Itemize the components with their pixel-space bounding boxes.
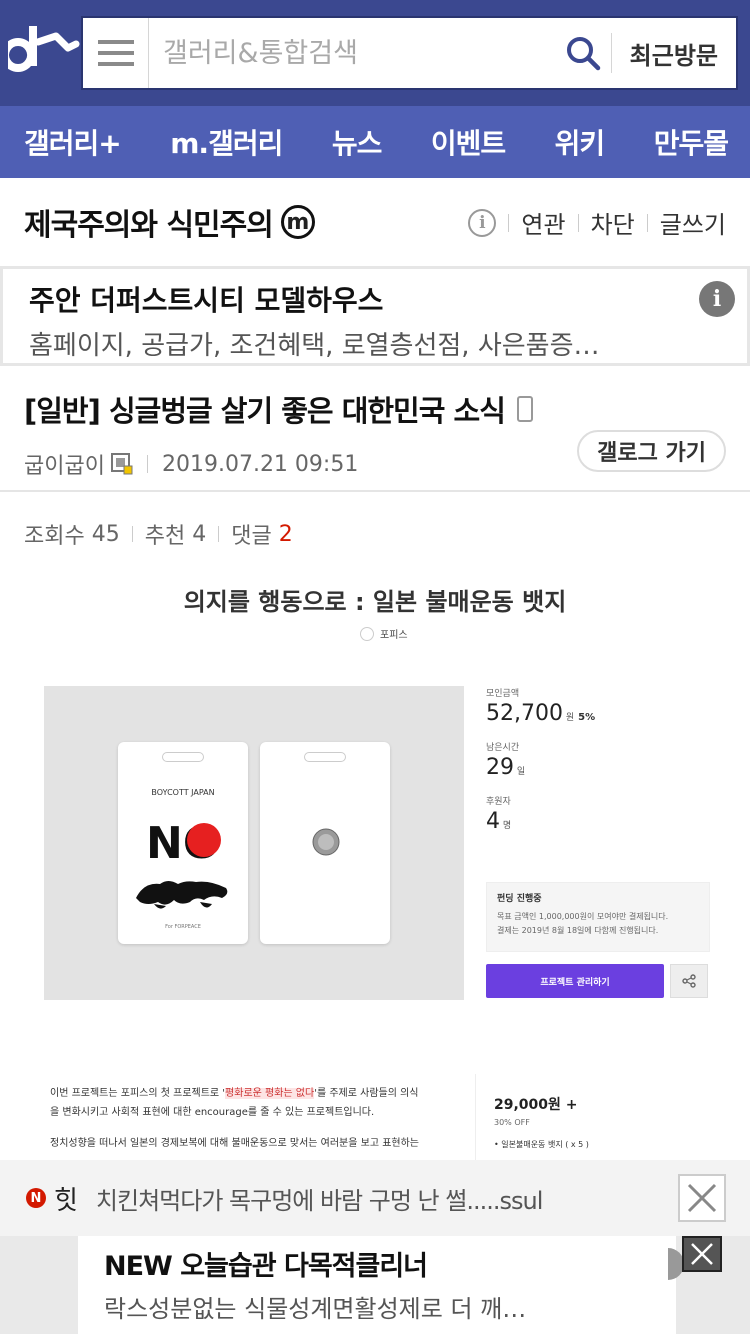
badge-card-front: BOYCOTT JAPAN NO For FORPEACE	[118, 742, 248, 944]
bottom-ad-close-button[interactable]	[682, 1236, 722, 1272]
embedded-body-text: 이번 프로젝트는 포피스의 첫 프로젝트로 '평화로운 평화는 없다'를 주제로…	[24, 1074, 476, 1160]
no-logo-icon: NO	[146, 818, 221, 864]
post-header: [일반] 싱글벙글 살기 좋은 대한민국 소식 굽이굽이 2019.07.21 …	[0, 366, 750, 492]
ad-banner[interactable]: 주안 더퍼스트시티 모델하우스 홈페이지, 공급가, 조건혜택, 로열층선점, …	[0, 266, 750, 366]
author-name[interactable]: 굽이굽이	[24, 448, 105, 480]
raised-amount: 52,700 원 5%	[486, 701, 596, 726]
ad-info-icon[interactable]: i	[699, 281, 735, 317]
divider	[577, 213, 579, 232]
close-icon	[691, 1243, 713, 1265]
nav-mandumall[interactable]: 만두몰	[654, 122, 729, 162]
funding-stats: 모인금액 52,700 원 5% 남은시간 29 일 후원자 4 명	[486, 686, 712, 834]
close-icon	[687, 1183, 717, 1213]
gallery-header: 제국주의와 식민주의 m i 연관 차단 글쓰기	[0, 178, 750, 266]
comments-label[interactable]: 댓글	[231, 518, 271, 550]
reward-discount: 30% OFF	[494, 1118, 530, 1127]
nav-gallery-plus[interactable]: 갤러리+	[24, 122, 122, 162]
block-link[interactable]: 차단	[591, 205, 635, 240]
divider	[646, 213, 648, 232]
search-button[interactable]	[555, 18, 611, 88]
search-bar: 최근방문	[81, 16, 738, 90]
search-icon	[566, 37, 600, 71]
post-title: [일반] 싱글벙글 살기 좋은 대한민국 소식	[24, 388, 726, 430]
body-line-3: 정치성향을 떠나서 일본의 경제보복에 대해 불매운동으로 맞서는 여러분을 보…	[50, 1138, 420, 1149]
hit-post-title[interactable]: 치킨쳐먹다가 목구멍에 바람 구멍 난 썰.....ssul	[96, 1181, 543, 1216]
mobile-icon	[516, 396, 533, 422]
ad-description: 홈페이지, 공급가, 조건혜택, 로열층선점, 사은품증…	[29, 331, 600, 361]
gallog-button[interactable]: 갤로그 가기	[577, 430, 726, 472]
likes-label: 추천	[144, 524, 186, 549]
card-footer-text: For FORPEACE	[165, 924, 201, 930]
brand-name: 포피스	[380, 630, 408, 641]
bottom-ad-title: NEW 오늘습관 다목적클리너	[104, 1251, 428, 1282]
card-hang-hole	[304, 752, 346, 762]
minor-gallery-badge: m	[280, 205, 315, 239]
reward-price: 29,000원 +	[494, 1097, 578, 1113]
raised-label: 모인금액	[486, 689, 520, 699]
hit-post-bar[interactable]: N 힛 치킨쳐먹다가 목구멍에 바람 구멍 난 썰.....ssul	[0, 1160, 750, 1236]
comments-count[interactable]: 2	[279, 522, 293, 547]
dc-logo[interactable]	[1, 22, 80, 82]
divider	[146, 455, 148, 473]
pin-badge-icon	[312, 828, 340, 856]
new-badge-icon: N	[26, 1188, 46, 1208]
recent-visit-button[interactable]: 최근방문	[610, 33, 736, 73]
project-manage-button: 프로젝트 관리하기	[486, 964, 664, 998]
post-stats: 조회수 45 추천 4 댓글 2	[24, 518, 293, 550]
funding-title: 펀딩 진행중	[497, 894, 542, 904]
reward-option: 29,000원 + 30% OFF • 일본불매운동 뱃지 ( x 5 )	[480, 1074, 726, 1160]
divider	[508, 213, 510, 232]
bottom-ad-banner: NEW 오늘습관 다목적클리너 락스성분없는 식물성계면활성제로 더 깨…	[0, 1236, 750, 1334]
nav-news[interactable]: 뉴스	[332, 122, 383, 162]
body-line-1: 이번 프로젝트는 포피스의 첫 프로젝트로 '평화로운 평화는 없다'를 주제로…	[50, 1088, 419, 1099]
gallery-actions: i 연관 차단 글쓰기	[468, 205, 726, 240]
embedded-brand: 포피스	[360, 626, 408, 641]
embedded-title: 의지를 행동으로 : 일본 불매운동 뱃지	[183, 588, 567, 616]
post-title-text: [일반] 싱글벙글 살기 좋은 대한민국 소식	[24, 394, 506, 428]
funding-status-box: 펀딩 진행중 목표 금액인 1,000,000원이 모여야만 결제됩니다. 결제는…	[486, 882, 710, 952]
body-line-2: 을 변화시키고 사회적 표현에 대한 encourage를 줄 수 있는 프로젝…	[50, 1107, 375, 1118]
nav-m-gallery[interactable]: m.갤러리	[170, 122, 283, 162]
card-hang-hole	[162, 752, 204, 762]
search-input[interactable]	[149, 18, 555, 88]
nav-event[interactable]: 이벤트	[431, 122, 506, 162]
views-label: 조회수	[24, 524, 85, 549]
backers-count: 4 명	[486, 809, 512, 834]
main-nav: 갤러리+ m.갤러리 뉴스 이벤트 위키 만두몰	[0, 106, 750, 178]
funding-desc: 목표 금액인 1,000,000원이 모여야만 결제됩니다. 결제는 2019년 …	[497, 912, 669, 935]
fixed-nick-icon	[110, 453, 133, 475]
world-map-icon	[131, 876, 235, 912]
divider	[131, 526, 133, 542]
bottom-ad-content[interactable]: NEW 오늘습관 다목적클리너 락스성분없는 식물성계면활성제로 더 깨…	[78, 1236, 676, 1334]
share-icon	[670, 964, 708, 998]
post-image[interactable]: 의지를 행동으로 : 일본 불매운동 뱃지 포피스 BOYCOTT JAPAN …	[24, 560, 726, 1160]
reward-item: • 일본불매운동 뱃지 ( x 5 )	[494, 1140, 589, 1149]
views-count: 45	[91, 521, 120, 547]
likes-count: 4	[192, 521, 207, 547]
menu-button[interactable]	[83, 18, 149, 88]
divider	[218, 526, 220, 542]
bottom-ad-desc: 락스성분없는 식물성계면활성제로 더 깨…	[104, 1295, 527, 1323]
hit-close-button[interactable]	[678, 1174, 726, 1222]
badge-card-back	[260, 742, 390, 944]
backers-label: 후원자	[486, 797, 511, 807]
brand-logo-icon	[360, 626, 374, 641]
related-link[interactable]: 연관	[521, 205, 565, 240]
product-photo: BOYCOTT JAPAN NO For FORPEACE	[44, 686, 464, 1000]
post-date: 2019.07.21 09:51	[161, 451, 359, 477]
info-icon[interactable]: i	[468, 208, 497, 237]
card-boycott-text: BOYCOTT JAPAN	[151, 788, 215, 797]
write-link[interactable]: 글쓰기	[660, 205, 726, 240]
remaining-label: 남은시간	[486, 743, 520, 753]
ad-title: 주안 더퍼스트시티 모델하우스	[29, 284, 384, 317]
hit-label: 힛	[54, 1185, 78, 1216]
top-bar: 최근방문	[0, 0, 750, 106]
nav-wiki[interactable]: 위키	[555, 122, 606, 162]
gallery-title[interactable]: 제국주의와 식민주의	[24, 200, 274, 244]
remaining-days: 29 일	[486, 755, 526, 780]
hamburger-icon	[97, 40, 134, 66]
